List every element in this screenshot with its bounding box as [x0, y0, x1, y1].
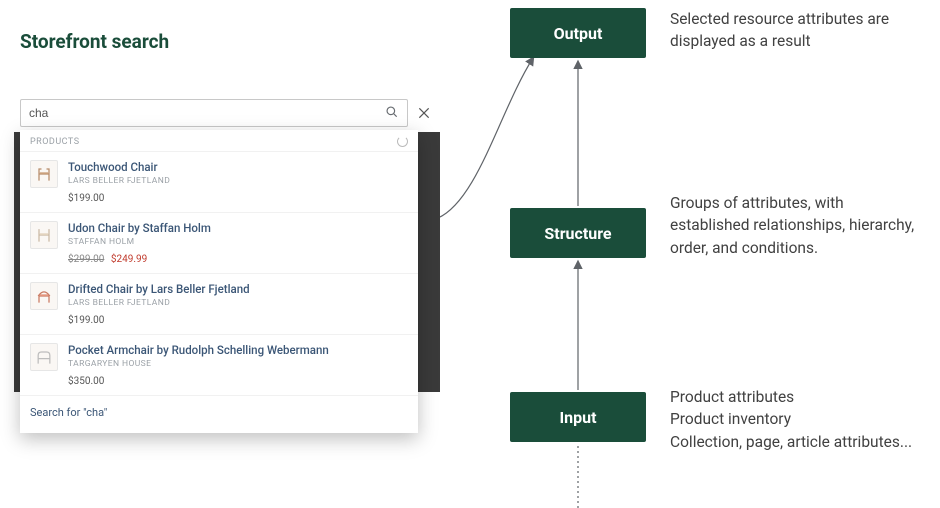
- pipeline-diagram: Output Structure Input Selected resource…: [510, 0, 930, 508]
- result-vendor: TARGARYEN HOUSE: [68, 359, 408, 369]
- node-output-desc: Selected resource attributes are display…: [670, 8, 920, 53]
- result-title: Drifted Chair by Lars Beller Fjetland: [68, 282, 408, 297]
- node-output: Output: [510, 8, 646, 58]
- product-thumbnail: [30, 282, 58, 310]
- result-price: $199.00: [68, 315, 408, 326]
- node-input: Input: [510, 392, 646, 442]
- search-result[interactable]: Touchwood Chair LARS BELLER FJETLAND $19…: [20, 151, 418, 212]
- search-result[interactable]: Pocket Armchair by Rudolph Schelling Web…: [20, 334, 418, 395]
- product-thumbnail: [30, 160, 58, 188]
- search-dropdown: PRODUCTS Touchwood Chair LARS BELLER FJE…: [20, 130, 418, 433]
- page-title: Storefront search: [20, 30, 169, 53]
- search-result[interactable]: Udon Chair by Staffan Holm STAFFAN HOLM …: [20, 212, 418, 273]
- search-bar: [14, 94, 440, 132]
- result-vendor: LARS BELLER FJETLAND: [68, 176, 408, 186]
- search-input[interactable]: [29, 106, 385, 120]
- result-title: Touchwood Chair: [68, 160, 408, 175]
- node-input-desc: Product attributes Product inventory Col…: [670, 386, 920, 453]
- search-box[interactable]: [20, 99, 408, 127]
- node-structure-desc: Groups of attributes, with established r…: [670, 192, 920, 259]
- search-result[interactable]: Drifted Chair by Lars Beller Fjetland LA…: [20, 273, 418, 334]
- dropdown-section-label: PRODUCTS: [30, 137, 80, 147]
- result-vendor: STAFFAN HOLM: [68, 237, 408, 247]
- result-title: Udon Chair by Staffan Holm: [68, 221, 408, 236]
- storefront-search-screenshot: PRODUCTS Touchwood Chair LARS BELLER FJE…: [14, 94, 440, 392]
- search-for-link[interactable]: Search for "cha": [20, 395, 418, 431]
- close-icon[interactable]: [414, 103, 434, 123]
- search-icon[interactable]: [385, 104, 399, 123]
- result-vendor: LARS BELLER FJETLAND: [68, 298, 408, 308]
- result-price: $199.00: [68, 193, 408, 204]
- result-price: $350.00: [68, 376, 408, 387]
- node-structure: Structure: [510, 208, 646, 258]
- loading-spinner-icon: [397, 136, 408, 147]
- product-thumbnail: [30, 221, 58, 249]
- result-price: $299.00 $249.99: [68, 254, 408, 265]
- result-title: Pocket Armchair by Rudolph Schelling Web…: [68, 343, 408, 358]
- product-thumbnail: [30, 343, 58, 371]
